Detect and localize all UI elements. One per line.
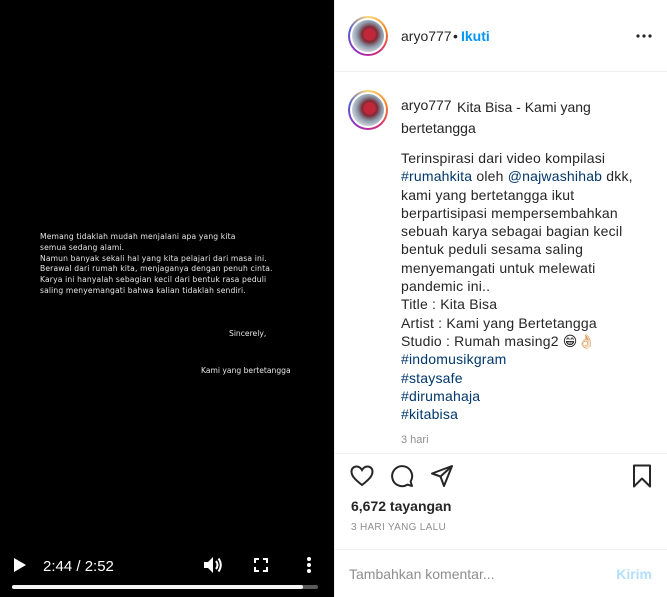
play-icon [14,558,26,572]
video-overlay-text: Memang tidaklah mudah menjalani apa yang… [40,232,310,297]
video-progress-bar[interactable] [12,585,318,589]
post-actions [335,453,667,499]
video-progress-fill [12,585,304,589]
video-line: semua sedang alami. [40,242,125,252]
bookmark-icon [633,464,651,488]
caption-text: oleh [472,168,508,185]
mention-link[interactable]: @najwashihab [508,168,602,184]
hashtag-link[interactable]: #kitabisa [401,405,661,423]
caption-line: Terinspirasi dari video kompilasi [401,150,606,166]
caption-line: Artist : Kami yang Bertetangga [401,314,597,331]
share-button[interactable] [428,462,456,490]
caption-line: bentuk peduli sesama saling [401,241,584,258]
view-count: 6,672 tayangan [351,498,452,514]
caption-body: Terinspirasi dari video kompilasi #rumah… [401,149,661,423]
hashtag-link[interactable]: #rumahkita [401,168,472,184]
comment-input[interactable] [349,563,599,585]
post-timestamp: 3 HARI YANG LALU [351,522,447,533]
video-line: Memang tidaklah mudah menjalani apa yang… [40,232,236,241]
post-sidebar: aryo777 • Ikuti Kita Bisa - Kami yang be… [334,0,667,597]
separator-dot: • [453,28,458,44]
caption-line: pandemic ini.. [401,278,491,295]
video-sincerely: Sincerely, [229,329,267,338]
more-vertical-icon [307,557,311,573]
caption-username[interactable]: aryo777 [401,97,452,113]
fullscreen-icon [254,558,268,572]
video-line: Karya ini hanyalah sebagian kecil dari b… [40,275,267,285]
hashtag-link[interactable]: #staysafe [401,369,661,387]
caption: Kita Bisa - Kami yang bertetangga aryo77… [335,73,667,453]
caption-line: kami yang bertetangga ikut [401,186,575,203]
share-icon [431,465,453,487]
hashtag-link[interactable]: #dirumahaja [401,387,661,405]
avatar[interactable] [348,16,388,56]
save-button[interactable] [628,462,656,490]
caption-line: sebuah karya sebagai bagian kecil [401,223,623,240]
follow-button[interactable]: Ikuti [461,28,490,44]
video-more-button[interactable] [297,553,321,577]
video-signoff: Kami yang bertetangga [201,366,291,375]
volume-button[interactable] [201,553,225,577]
send-comment-button[interactable]: Kirim [616,566,652,582]
caption-line: #rumahkita oleh @najwashihab dkk, [401,167,661,185]
heart-icon [350,465,374,487]
video-line: Namun banyak sekali hal yang kita pelaja… [40,253,267,263]
caption-line: Studio : Rumah masing2 😁👌🏻 [401,332,596,349]
video-line: saling menyemangati bahwa kalian tidakla… [40,285,246,295]
fullscreen-button[interactable] [249,553,273,577]
hashtag-link[interactable]: #indomusikgram [401,350,661,368]
post-header: aryo777 • Ikuti [335,0,667,72]
comment-bar: Kirim [335,549,667,597]
caption-line: menyemangati untuk melewati [401,259,596,276]
video-controls: 2:44 / 2:52 [0,547,334,597]
comment-icon [391,465,414,488]
caption-date: 3 hari [401,434,429,446]
play-button[interactable] [8,553,32,577]
caption-line: Title : Kita Bisa [401,296,498,313]
post-options-button[interactable] [634,26,654,46]
caption-line: berpartisipasi mempersembahkan [401,204,618,221]
header-username[interactable]: aryo777 [401,28,452,44]
comment-button[interactable] [388,462,416,490]
video-time: 2:44 / 2:52 [43,558,114,575]
volume-icon [204,557,222,573]
video-player[interactable]: Memang tidaklah mudah menjalani apa yang… [0,0,334,597]
like-button[interactable] [348,462,376,490]
more-horizontal-icon [636,34,652,38]
video-line: Berawal dari rumah kita, menjaganya deng… [40,264,273,274]
caption-text: dkk, [602,168,633,185]
avatar[interactable] [348,90,388,130]
